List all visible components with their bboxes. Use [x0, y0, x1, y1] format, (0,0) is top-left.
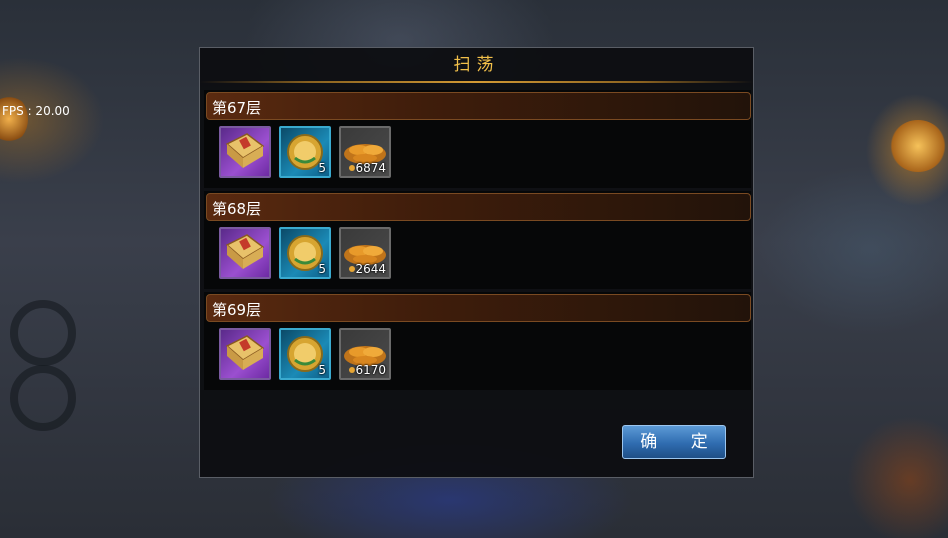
item-quantity: 5 — [318, 262, 326, 276]
fps-counter: FPS : 20.00 — [2, 104, 70, 118]
title-divider — [200, 81, 753, 83]
sweep-dialog: 扫荡 第67层 5 6874 第68层 5 2644 第69层 5 6170 确… — [199, 47, 754, 478]
medal-icon[interactable]: 5 — [279, 126, 331, 178]
skill-slot-icon — [10, 300, 76, 366]
skill-slot-icon — [10, 365, 76, 431]
confirm-button[interactable]: 确 定 — [622, 425, 726, 459]
floor-row: 第69层 5 6170 — [204, 292, 751, 390]
item-quantity: 6874 — [355, 161, 386, 175]
item-quantity: 5 — [318, 363, 326, 377]
floor-row: 第68层 5 2644 — [204, 191, 751, 289]
book-icon[interactable] — [219, 328, 271, 380]
floor-label: 第69层 — [212, 301, 262, 319]
gold-coins-icon[interactable]: 2644 — [339, 227, 391, 279]
medal-icon[interactable]: 5 — [279, 328, 331, 380]
floor-header: 第68层 — [206, 193, 751, 221]
floor-header: 第67层 — [206, 92, 751, 120]
gold-coins-icon[interactable]: 6170 — [339, 328, 391, 380]
medal-icon[interactable]: 5 — [279, 227, 331, 279]
dialog-title: 扫荡 — [453, 55, 500, 75]
book-icon[interactable] — [219, 126, 271, 178]
gold-coins-icon[interactable]: 6874 — [339, 126, 391, 178]
item-quantity: 6170 — [355, 363, 386, 377]
item-quantity: 5 — [318, 161, 326, 175]
floor-label: 第68层 — [212, 200, 262, 218]
floor-row: 第67层 5 6874 — [204, 90, 751, 188]
lantern-icon — [890, 120, 946, 172]
floor-header: 第69层 — [206, 294, 751, 322]
floor-label: 第67层 — [212, 99, 262, 117]
lantern-icon — [0, 95, 28, 143]
item-quantity: 2644 — [355, 262, 386, 276]
book-icon[interactable] — [219, 227, 271, 279]
